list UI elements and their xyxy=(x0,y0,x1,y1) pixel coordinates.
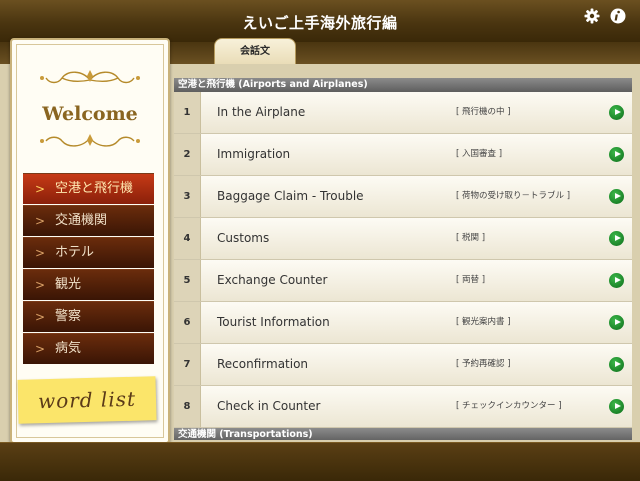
welcome-heading: Welcome xyxy=(42,103,138,125)
sidebar-item-label: 空港と飛行機 xyxy=(55,181,134,196)
play-icon[interactable] xyxy=(609,273,624,288)
item-number: 6 xyxy=(174,302,201,343)
info-icon[interactable] xyxy=(609,7,627,25)
bottom-flourish-icon xyxy=(40,134,140,147)
sidebar-item-hotel[interactable]: > ホテル xyxy=(23,237,154,268)
item-number: 2 xyxy=(174,134,201,175)
sidebar-item-label: 警察 xyxy=(55,309,82,324)
item-number: 5 xyxy=(174,260,201,301)
item-title: Baggage Claim - Trouble xyxy=(217,189,364,203)
category-menu: > 空港と飛行機 > 交通機関 > ホテル > 観光 > 警察 > 病気 xyxy=(23,173,154,365)
chevron-right-icon: > xyxy=(35,342,46,356)
list-item[interactable]: 8 Check in Counter [ チェックインカウンター ] xyxy=(174,386,632,428)
sidebar-item-airports[interactable]: > 空港と飛行機 xyxy=(23,173,154,204)
sidebar-item-label: ホテル xyxy=(55,245,95,260)
sidebar-item-illness[interactable]: > 病気 xyxy=(23,333,154,364)
section-header-airports: 空港と飛行機 (Airports and Airplanes) xyxy=(174,78,632,92)
list-item[interactable]: 2 Immigration [ 入国審査 ] xyxy=(174,134,632,176)
item-number: 3 xyxy=(174,176,201,217)
gear-icon[interactable] xyxy=(583,7,601,25)
sidebar-item-transportation[interactable]: > 交通機関 xyxy=(23,205,154,236)
item-japanese: [ 観光案内書 ] xyxy=(456,317,511,327)
item-japanese: [ 荷物の受け取り－トラブル ] xyxy=(456,191,571,201)
tab-conversation[interactable]: 会話文 xyxy=(214,38,296,65)
item-number: 1 xyxy=(174,92,201,133)
list-item[interactable]: 4 Customs [ 税関 ] xyxy=(174,218,632,260)
item-number: 7 xyxy=(174,344,201,385)
item-title: Immigration xyxy=(217,147,291,161)
chevron-right-icon: > xyxy=(35,214,46,228)
play-icon[interactable] xyxy=(609,189,624,204)
list-item[interactable]: 5 Exchange Counter [ 両替 ] xyxy=(174,260,632,302)
list-item[interactable]: 7 Reconfirmation [ 予約再確認 ] xyxy=(174,344,632,386)
play-icon[interactable] xyxy=(609,105,624,120)
top-flourish-icon xyxy=(40,70,140,84)
sidebar-item-sightseeing[interactable]: > 観光 xyxy=(23,269,154,300)
item-number: 8 xyxy=(174,386,201,427)
item-number: 4 xyxy=(174,218,201,259)
item-title: In the Airplane xyxy=(217,105,306,119)
item-japanese: [ 予約再確認 ] xyxy=(456,359,511,369)
item-title: Tourist Information xyxy=(217,315,330,329)
chevron-right-icon: > xyxy=(35,310,46,324)
play-icon[interactable] xyxy=(609,147,624,162)
item-japanese: [ チェックインカウンター ] xyxy=(456,401,562,411)
word-list-button[interactable]: word list xyxy=(17,376,157,424)
app-title: えいご上手海外旅行編 xyxy=(242,14,398,32)
conversation-list: 空港と飛行機 (Airports and Airplanes) 1 In the… xyxy=(174,78,632,440)
item-japanese: [ 税関 ] xyxy=(456,233,486,243)
chevron-right-icon: > xyxy=(35,246,46,260)
item-japanese: [ 両替 ] xyxy=(456,275,486,285)
bottom-bar xyxy=(0,442,640,481)
sidebar-item-label: 交通機関 xyxy=(55,213,108,228)
list-item[interactable]: 3 Baggage Claim - Trouble [ 荷物の受け取り－トラブル… xyxy=(174,176,632,218)
sidebar-item-label: 病気 xyxy=(55,341,82,356)
sidebar-item-police[interactable]: > 警察 xyxy=(23,301,154,332)
top-bar: えいご上手海外旅行編 xyxy=(0,0,640,43)
item-title: Exchange Counter xyxy=(217,273,328,287)
play-icon[interactable] xyxy=(609,399,624,414)
chevron-right-icon: > xyxy=(35,278,46,292)
play-icon[interactable] xyxy=(609,231,624,246)
sidebar-item-label: 観光 xyxy=(55,277,82,292)
item-japanese: [ 入国審査 ] xyxy=(456,149,503,159)
chevron-right-icon: > xyxy=(35,182,46,196)
item-title: Check in Counter xyxy=(217,399,321,413)
list-item[interactable]: 1 In the Airplane [ 飛行機の中 ] xyxy=(174,92,632,134)
play-icon[interactable] xyxy=(609,315,624,330)
item-title: Customs xyxy=(217,231,270,245)
item-japanese: [ 飛行機の中 ] xyxy=(456,107,511,117)
item-title: Reconfirmation xyxy=(217,357,309,371)
play-icon[interactable] xyxy=(609,357,624,372)
list-item[interactable]: 6 Tourist Information [ 観光案内書 ] xyxy=(174,302,632,344)
section-header-transportation: 交通機関 (Transportations) xyxy=(174,428,632,440)
